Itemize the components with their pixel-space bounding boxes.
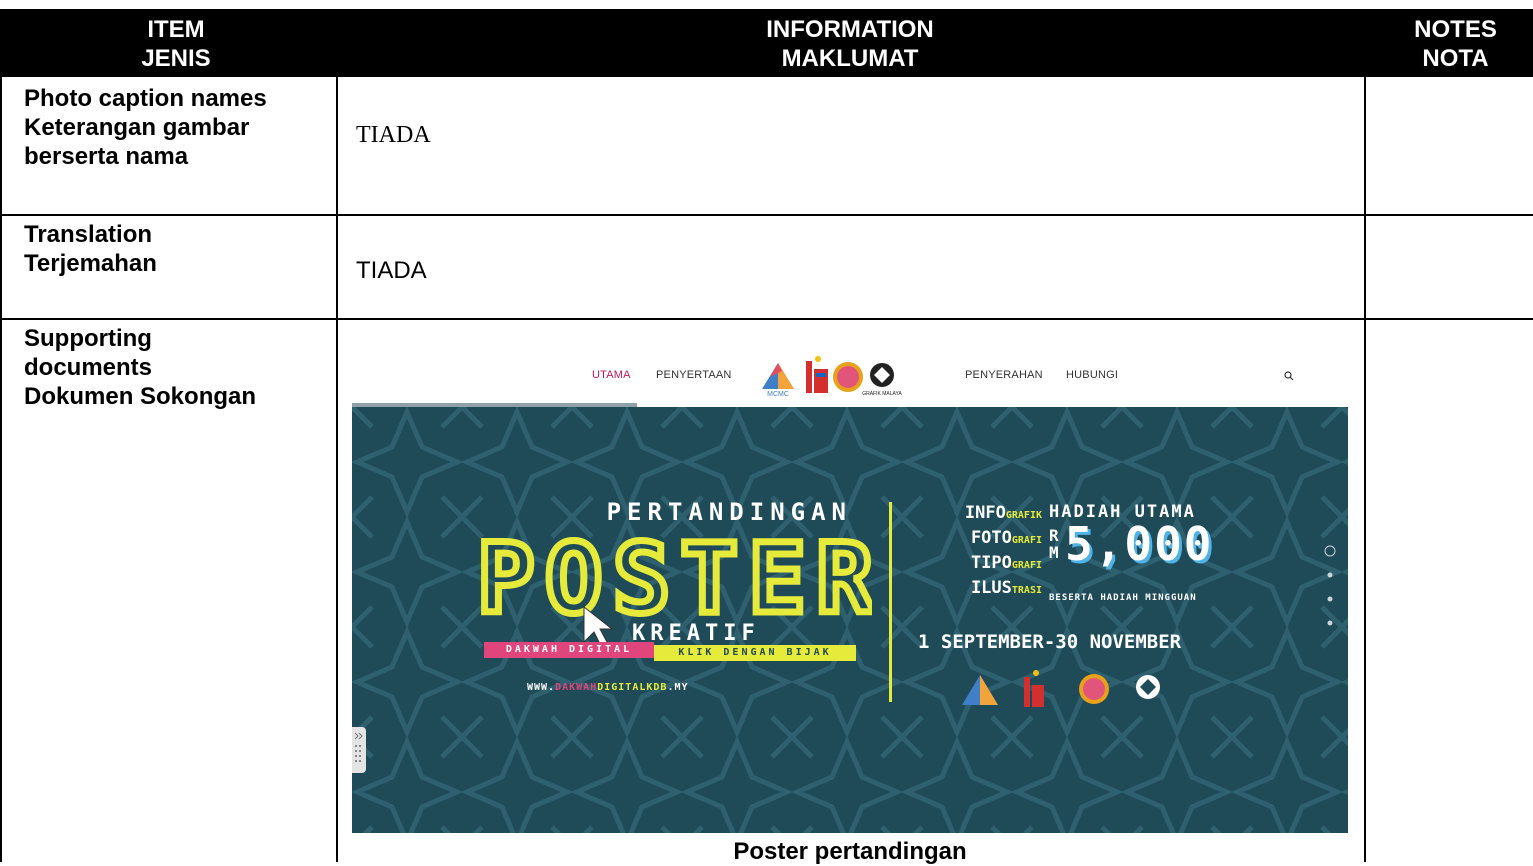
- row-divider-2: [0, 318, 1533, 320]
- header-information: INFORMATION MAKLUMAT: [336, 9, 1364, 77]
- row-divider-1: [0, 214, 1533, 216]
- svg-text:MCMC: MCMC: [767, 391, 789, 398]
- row-value-translation: TIADA: [356, 257, 427, 284]
- category-item: TIPOGRAFI: [970, 553, 1042, 573]
- label-line: Photo caption names: [24, 85, 267, 112]
- grid-handle-icon: [354, 732, 363, 762]
- label-line: berserta nama: [24, 143, 189, 170]
- header-item-ms: JENIS: [141, 45, 211, 72]
- category-item: INFOGRAFIK: [964, 503, 1042, 523]
- nav-utama[interactable]: UTAMA: [592, 369, 631, 381]
- nav-penyerahan[interactable]: PENYERAHAN: [965, 369, 1043, 381]
- category-item: ILUSTRASI: [970, 578, 1042, 598]
- header-notes: NOTES NOTA: [1378, 9, 1533, 77]
- label-line: documents: [24, 354, 153, 381]
- partner-logos: MCMC GRAFIK MALAYA: [762, 356, 902, 398]
- grafik-malaya-logo: GRAFIK MALAYA: [862, 363, 902, 397]
- prize-amount: 5,000: [1065, 517, 1214, 571]
- table-divider-1: [336, 77, 338, 862]
- svg-text:GRAFIK MALAYA: GRAFIK MALAYA: [862, 391, 902, 397]
- table-divider-2: [1364, 77, 1366, 862]
- website-navbar: UTAMA PENYERTAAN MCMC GRAFIK MALAYA PENY…: [352, 345, 1348, 403]
- label-line: Dokumen Sokongan: [24, 383, 257, 410]
- jakim-logo: [806, 356, 828, 393]
- dakwah-digital-badge: DAKWAH DIGITAL: [484, 642, 654, 658]
- website-screenshot: UTAMA PENYERTAAN MCMC GRAFIK MALAYA PENY…: [352, 345, 1348, 833]
- contest-dates: 1 SEPTEMBER-30 NOVEMBER: [918, 631, 1182, 653]
- label-line: Supporting: [24, 325, 152, 352]
- row-value-photo-caption: TIADA: [356, 122, 431, 148]
- label-line: Keterangan gambar: [24, 114, 250, 141]
- table-header: ITEM JENIS INFORMATION MAKLUMAT NOTES NO…: [0, 9, 1533, 77]
- poster-title-graphic: PERTANDINGAN POSTER KREATIF: [474, 498, 872, 649]
- klik-bijak-logo: [833, 362, 863, 392]
- url-mid1: DAKWAH: [555, 682, 598, 693]
- table-border-left: [0, 77, 2, 862]
- header-item: ITEM JENIS: [0, 9, 352, 77]
- row-label-translation: Translation Terjemahan: [24, 220, 157, 278]
- category-list: INFOGRAFIK FOTOGRAFI TIPOGRAFI ILUSTRASI: [912, 502, 1042, 602]
- poster-divider: [889, 502, 892, 702]
- header-info-ms: MAKLUMAT: [781, 45, 919, 72]
- url-prefix: WWW.: [527, 682, 556, 693]
- slider-dots[interactable]: [1322, 543, 1338, 633]
- svg-text:PERTANDINGAN: PERTANDINGAN: [607, 498, 852, 526]
- url-mid2: DIGITALKDB: [597, 682, 668, 693]
- website-url: WWW.DAKWAHDIGITALKDB.MY: [527, 682, 689, 693]
- mcmc-logo: MCMC: [762, 363, 794, 398]
- nav-penyertaan[interactable]: PENYERTAAN: [656, 369, 732, 381]
- rm-label: RM: [1049, 526, 1059, 562]
- klik-dengan-bijak-badge: KLIK DENGAN BIJAK: [654, 645, 856, 661]
- label-line: Terjemahan: [24, 250, 157, 277]
- banner-logos: [962, 670, 1160, 707]
- nav-hubungi[interactable]: HUBUNGI: [1066, 369, 1118, 381]
- row-label-photo-caption: Photo caption names Keterangan gambar be…: [24, 84, 267, 171]
- row-label-supporting-docs: Supporting documents Dokumen Sokongan: [24, 324, 256, 411]
- header-notes-en: NOTES: [1414, 16, 1497, 43]
- url-suffix: .MY: [667, 682, 689, 693]
- svg-text:POSTER: POSTER: [477, 523, 872, 635]
- label-line: Translation: [24, 221, 153, 248]
- search-icon[interactable]: [1284, 371, 1294, 381]
- poster-banner[interactable]: PERTANDINGAN POSTER KREATIF DAKWAH DIGIT…: [352, 407, 1348, 833]
- header-info-en: INFORMATION: [766, 16, 934, 43]
- header-item-en: ITEM: [147, 16, 205, 43]
- category-item: FOTOGRAFI: [970, 528, 1042, 548]
- side-drawer-handle[interactable]: [352, 727, 366, 773]
- beserta-hadiah: BESERTA HADIAH MINGGUAN: [1049, 593, 1197, 603]
- header-notes-ms: NOTA: [1422, 45, 1489, 72]
